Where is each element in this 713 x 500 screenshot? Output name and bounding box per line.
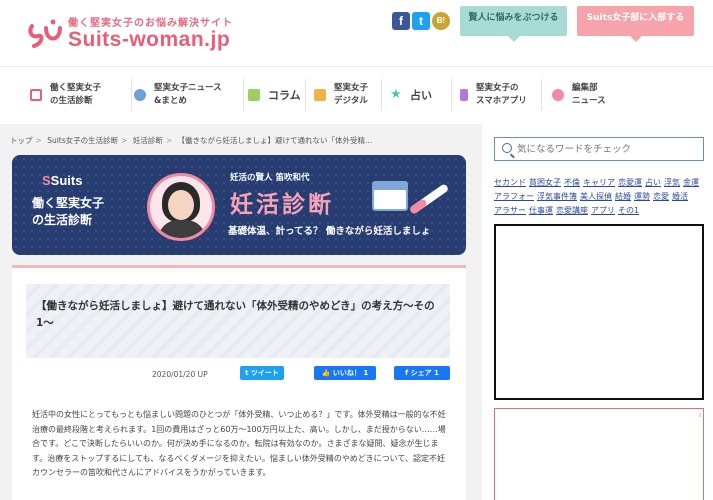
tag-link[interactable]: アプリ [591, 206, 615, 215]
nav-item-news[interactable]: 堅実女子ニュース &まとめ [132, 79, 244, 111]
breadcrumb-fertility[interactable]: 妊活診断 [133, 136, 163, 145]
tag-link[interactable]: キャリア [583, 178, 615, 187]
tag-cloud: セカンド 貧困女子 不倫 キャリア 恋愛運 占い 浮気 金運アラフォー 浮気事件簿 美人探偵 結婚運… [494, 176, 706, 218]
nav-item-smartphone-app[interactable]: 堅実女子の スマホアプリ [452, 79, 542, 111]
logo-icon[interactable] [28, 18, 66, 52]
search-input[interactable] [517, 141, 697, 157]
tag-link[interactable]: 恋愛 [653, 192, 669, 201]
thumbs-up-icon: 👍 [321, 369, 333, 377]
banner-byline: 妊活の賢人 笛吹和代 [230, 173, 310, 183]
site-tagline: 働く堅実女子のお悩み解決サイト [68, 18, 233, 29]
nav-item-label: コラム [268, 88, 301, 102]
author-photo [147, 173, 215, 241]
tag-link[interactable]: 恋愛運 [618, 178, 642, 187]
tag-link[interactable]: 貧困女子 [529, 178, 561, 187]
tag-link[interactable]: 美人探偵 [580, 192, 612, 201]
main-nav: 働く堅実女子 の生活診断 堅実女子ニュース &まとめ コラム 堅実女子 デジタル… [0, 66, 713, 122]
tag-link[interactable]: 結婚 [615, 192, 631, 201]
speech-icon [552, 89, 564, 101]
phone-icon [460, 89, 468, 101]
calendar-icon [372, 181, 408, 211]
nav-item-editorial-news[interactable]: 編集部 ニュース [542, 79, 622, 111]
tag-link[interactable]: 仕事運 [529, 206, 553, 215]
article: 【働きながら妊活しましょ】避けて通れない「体外受精のやめどき」の考え方〜その1〜… [12, 265, 466, 500]
join-club-button[interactable]: Suits女子部に入部する [577, 6, 694, 42]
facebook-icon[interactable]: f [392, 12, 410, 30]
nav-item-label: 働く堅実女子 の生活診断 [50, 83, 102, 106]
article-lead: 妊活中の女性にとってもっとも悩ましい問題のひとつが「体外受精、いつ止める？」です… [32, 410, 446, 477]
site-header: 働く堅実女子のお悩み解決サイト Suits-woman.jp f t B! 賢人… [0, 0, 713, 66]
tag-link[interactable]: 浮気 [664, 178, 680, 187]
tag-link[interactable]: アラフォー [494, 192, 534, 201]
article-meta: 2020/01/20 UP t ツイート 👍 いいね！ 1 f シェア 1 [12, 366, 466, 384]
tag-link[interactable]: 運勢 [634, 192, 650, 201]
hatena-bookmark-icon[interactable]: B! [432, 12, 450, 30]
sidebar: セカンド貧困女子不倫キャリア恋愛運占い浮気金運アラフォー浮気事件簿美人探偵結婚運… [482, 124, 713, 500]
tag-link[interactable]: その1 [618, 206, 639, 215]
nav-item-label: 編集部 ニュース [572, 83, 606, 106]
nav-item-label: 堅実女子ニュース &まとめ [154, 83, 222, 106]
article-title: 【働きながら妊活しましょ】避けて通れない「体外受精のやめどき」の考え方〜その1〜 [36, 300, 435, 329]
ad-info-icon[interactable]: i [699, 411, 701, 419]
logo-main-text: Suits [68, 28, 122, 51]
tweet-button[interactable]: t ツイート [240, 366, 284, 380]
tag-link[interactable]: 占い [645, 178, 661, 187]
facebook-share-button[interactable]: f シェア 1 [394, 366, 450, 380]
tag-link[interactable]: 恋愛講座 [556, 206, 588, 215]
tag-link[interactable]: 金運 [683, 178, 699, 187]
nav-item-label: 堅実女子 デジタル [334, 83, 369, 106]
star-icon: ★ [390, 87, 402, 102]
clipboard-icon [30, 89, 42, 101]
search-icon [502, 143, 512, 153]
breadcrumb: トップ > Suits女子の生活診断 > 妊活診断 > 【働きながら妊活しましょ】避け… [10, 136, 373, 145]
logo-sub-text: -woman.jp [121, 28, 231, 51]
tag-link[interactable]: 浮気事件簿 [537, 192, 577, 201]
nav-item-label: 占い [410, 88, 432, 102]
fertility-banner[interactable]: SSuits 働く堅実女子 の生活診断 妊活の賢人 笛吹和代 妊活診断 基礎体温… [12, 155, 466, 255]
book-icon [248, 89, 260, 101]
nav-item-lifestyle-check[interactable]: 働く堅実女子 の生活診断 [30, 79, 132, 111]
tag-link[interactable]: 婚活 [672, 192, 688, 201]
search-box[interactable] [494, 137, 704, 161]
banner-catchphrase: 基礎体温、計ってる？ 働きながら妊活しましょ [228, 226, 431, 237]
bag-icon [314, 89, 326, 101]
banner-subtitle: 働く堅実女子 の生活診断 [32, 196, 105, 227]
ad-slot-top[interactable] [494, 224, 704, 400]
nav-item-digital[interactable]: 堅実女子 デジタル [306, 79, 382, 111]
pen-icon [134, 89, 146, 101]
tag-link[interactable]: アラサー [494, 206, 526, 215]
nav-item-column[interactable]: コラム [244, 79, 306, 111]
nav-item-label: 堅実女子の スマホアプリ [476, 83, 527, 106]
breadcrumb-lifestyle[interactable]: Suits女子の生活診断 [47, 136, 118, 145]
site-logo[interactable]: Suits-woman.jp [68, 28, 230, 52]
ask-sage-button[interactable]: 賢人に悩みをぶつける [460, 6, 567, 42]
breadcrumb-top[interactable]: トップ [10, 136, 33, 145]
banner-title: 妊活診断 [230, 192, 334, 218]
facebook-like-button[interactable]: 👍 いいね！ 1 [314, 366, 376, 380]
publish-date: 2020/01/20 UP [152, 370, 208, 379]
banner-brand: SSuits [42, 173, 83, 188]
tag-link[interactable]: セカンド [494, 178, 526, 187]
twitter-icon[interactable]: t [412, 12, 430, 30]
breadcrumb-current: 【働きながら妊活しましょ】避けて通れない「体外受精... [177, 136, 373, 145]
nav-item-fortune[interactable]: ★ 占い [382, 79, 452, 111]
page: 働く堅実女子のお悩み解決サイト Suits-woman.jp f t B! 賢人… [0, 0, 713, 500]
article-title-box: 【働きながら妊活しましょ】避けて通れない「体外受精のやめどき」の考え方〜その1〜 [26, 284, 450, 358]
tag-link[interactable]: 不倫 [564, 178, 580, 187]
ad-slot-bottom[interactable]: i [494, 408, 704, 500]
